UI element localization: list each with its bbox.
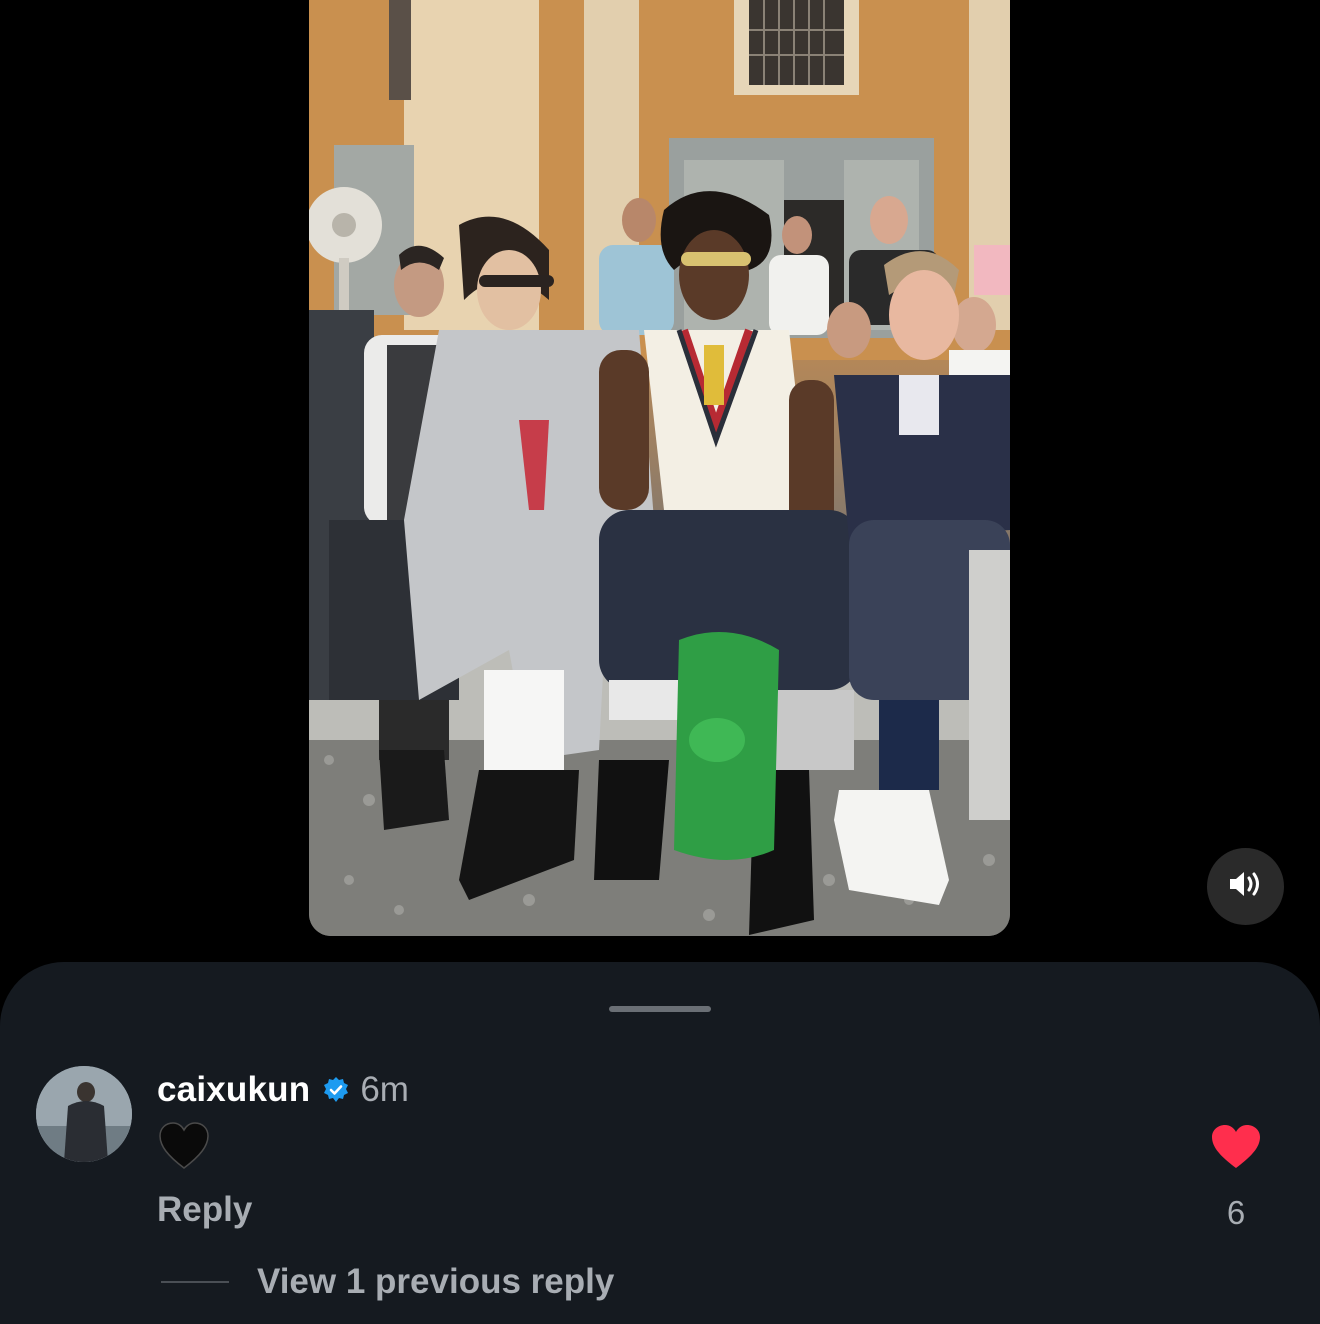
avatar[interactable]: [36, 1066, 132, 1162]
like-count: 6: [1226, 1194, 1246, 1231]
video-player[interactable]: [309, 0, 1010, 936]
video-frame-illustration: [309, 0, 1010, 936]
black-heart-emoji: [158, 1122, 214, 1178]
comments-sheet: caixukun 6m Reply 6 View 1 previous repl…: [0, 962, 1320, 1324]
heart-icon[interactable]: [1210, 1124, 1262, 1170]
view-replies-label: View 1 previous reply: [257, 1262, 615, 1301]
comment-header: caixukun 6m: [157, 1068, 409, 1112]
verified-badge-icon: [322, 1076, 350, 1104]
view-previous-replies-button[interactable]: View 1 previous reply: [161, 1262, 614, 1302]
reply-button[interactable]: Reply: [157, 1190, 252, 1230]
sound-toggle-button[interactable]: [1207, 848, 1284, 925]
screen: caixukun 6m Reply 6 View 1 previous repl…: [0, 0, 1320, 1324]
speaker-on-icon: [1228, 869, 1264, 904]
drag-handle[interactable]: [609, 1006, 711, 1012]
divider-line: [161, 1281, 229, 1283]
username[interactable]: caixukun: [157, 1070, 310, 1110]
avatar-image: [36, 1066, 132, 1162]
comment-timestamp: 6m: [360, 1070, 409, 1109]
